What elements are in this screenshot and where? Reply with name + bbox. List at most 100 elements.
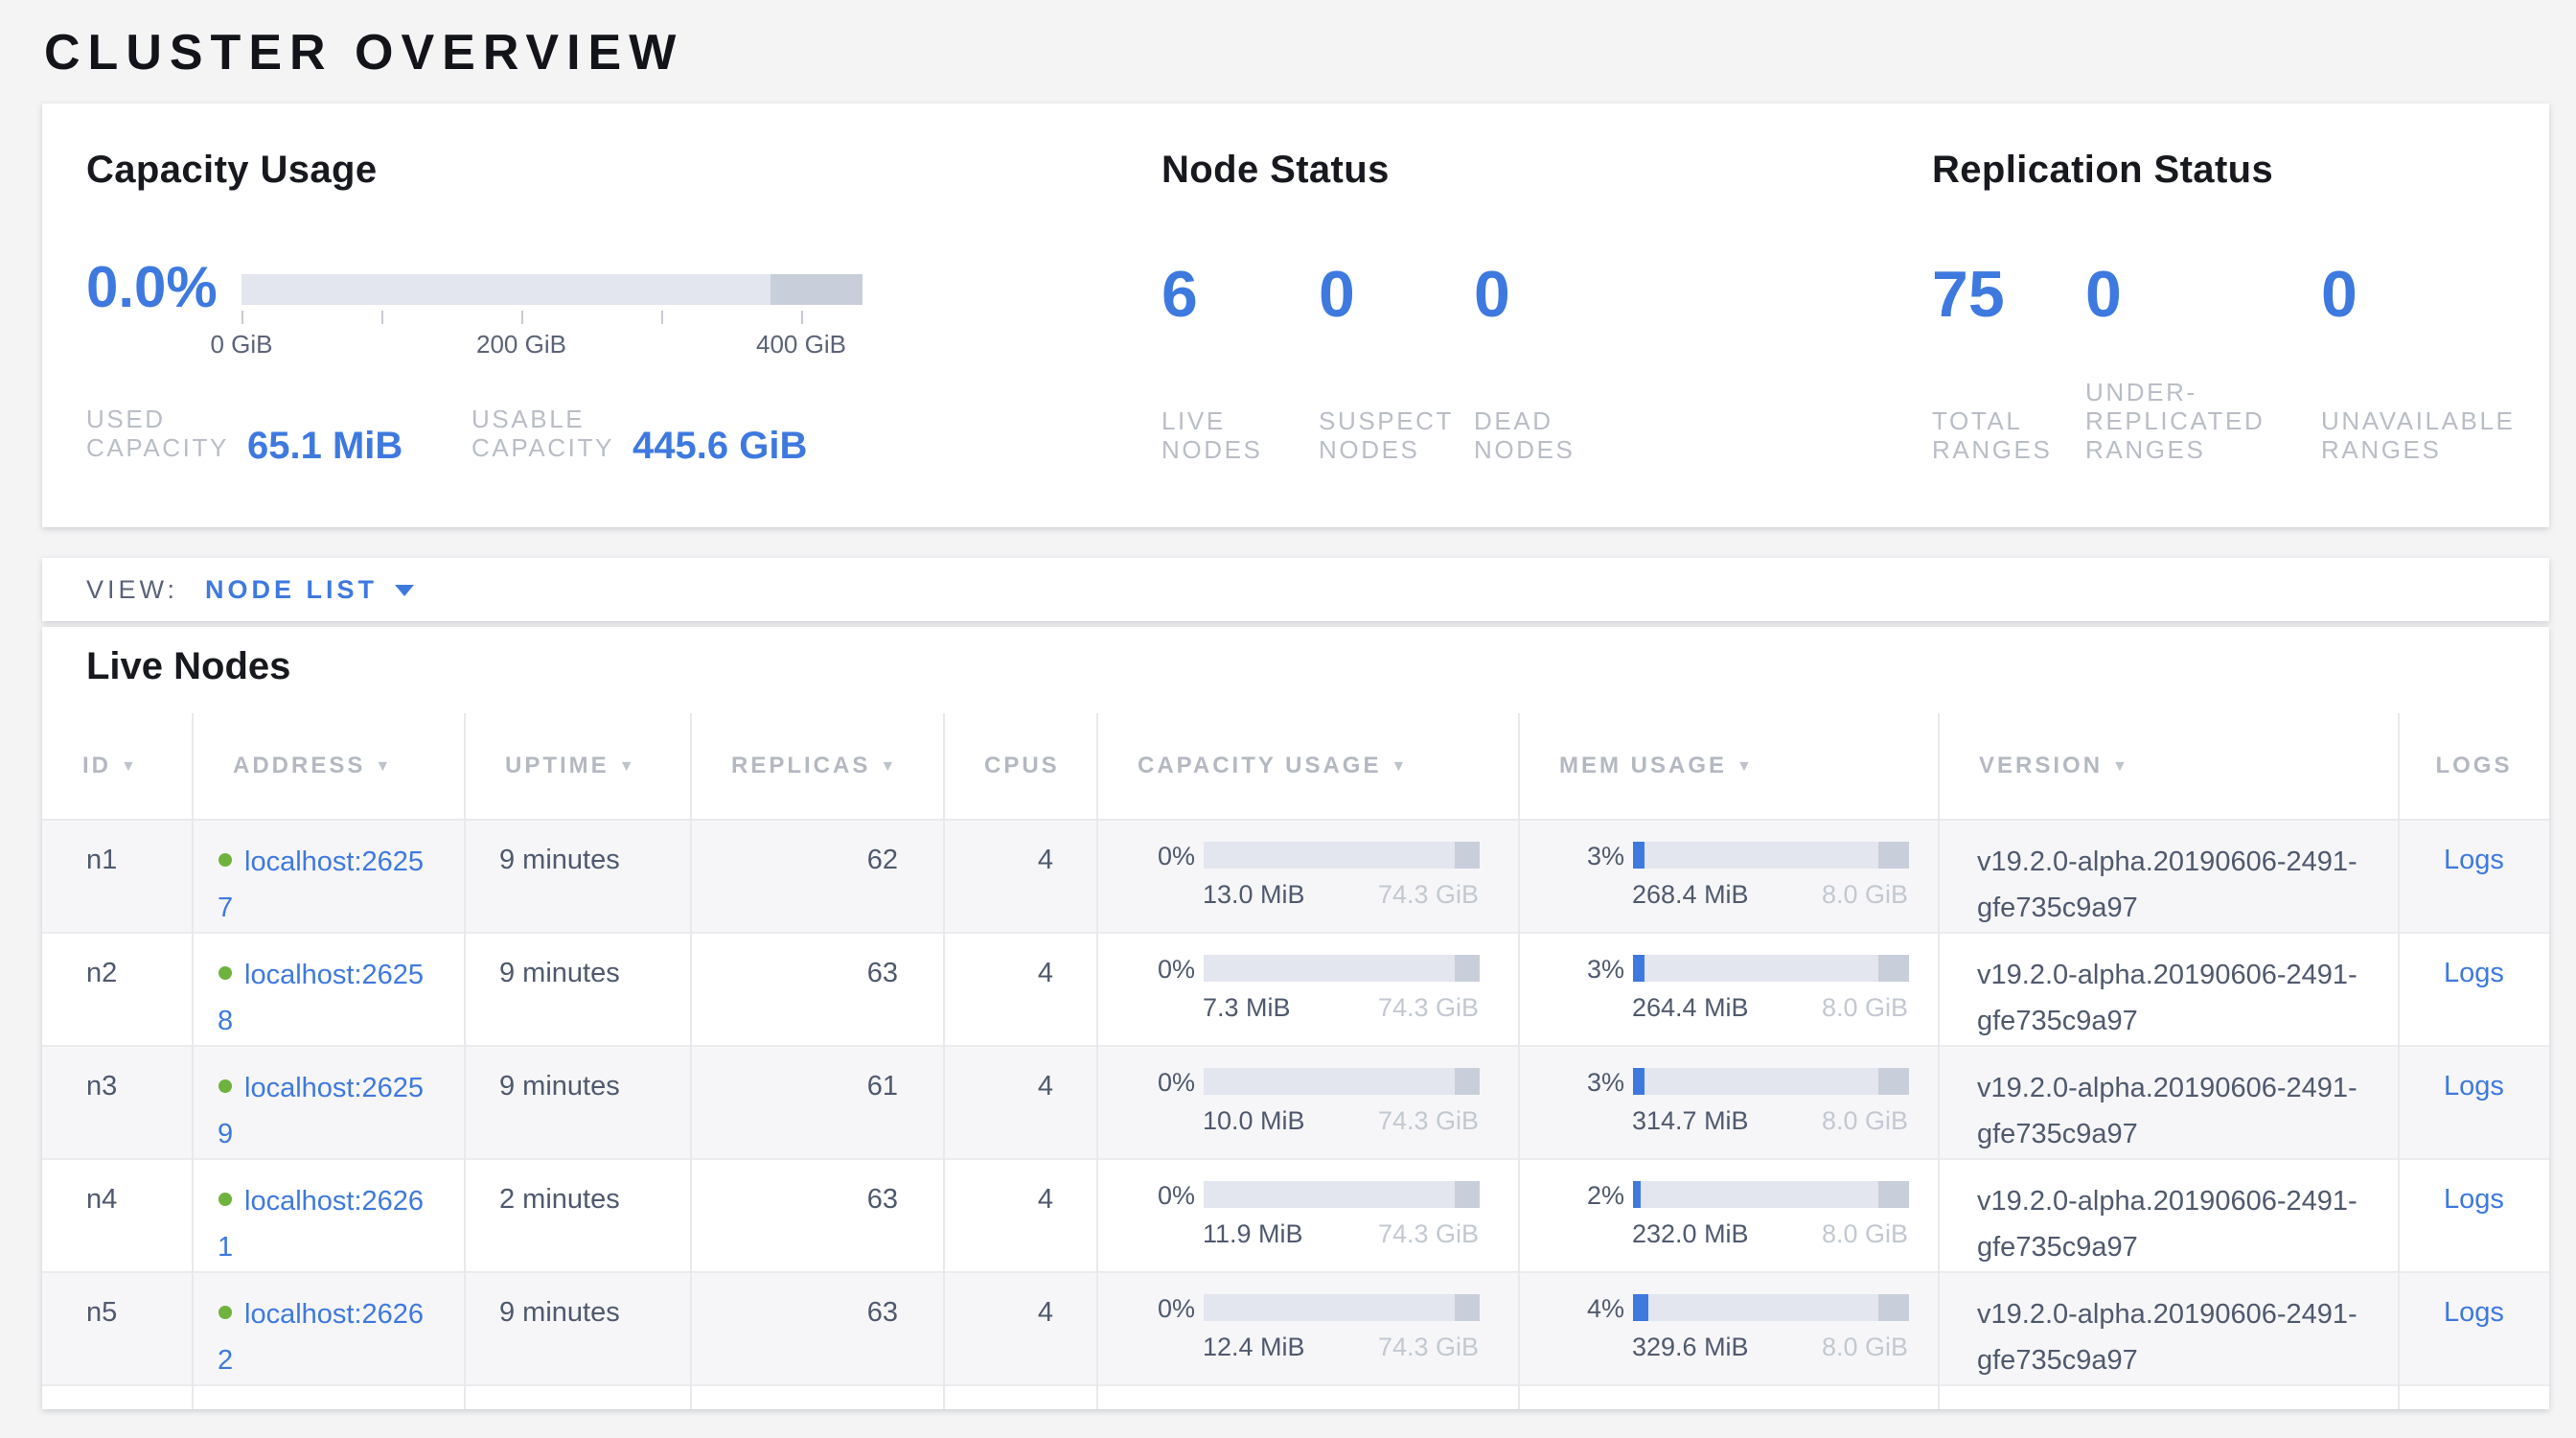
node-id-cell: n2 <box>42 932 192 1045</box>
node-uptime-cell: 9 minutes <box>464 932 690 1045</box>
sort-arrow-icon: ▼ <box>375 758 393 776</box>
node-live-status-dot <box>218 1078 231 1092</box>
live-nodes-title: Live Nodes <box>86 646 290 690</box>
node-live-status-dot <box>218 1305 231 1318</box>
node-id-cell: n4 <box>42 1158 192 1271</box>
logs-link[interactable]: Logs <box>2444 1071 2504 1102</box>
node-address-cell: localhost:26258 <box>192 932 464 1045</box>
column-header-uptime[interactable]: UPTIME▼ <box>464 713 690 819</box>
unavailable-ranges-count: 0 <box>2321 261 2528 330</box>
view-bar: VIEW: NODE LIST <box>42 558 2549 621</box>
column-header-capacity-usage[interactable]: CAPACITY USAGE▼ <box>1096 713 1518 819</box>
suspect-nodes-stat: 0 SUSPECT NODES <box>1319 261 1474 464</box>
node-address-cell: localhost:26262 <box>192 1271 464 1384</box>
live-nodes-count: 6 <box>1162 261 1319 330</box>
usable-capacity-value: 445.6 GiB <box>632 426 807 470</box>
view-label: VIEW: <box>86 575 178 604</box>
node-status-title: Node Status <box>1162 150 1390 194</box>
node-cpus-cell: 4 <box>943 819 1096 932</box>
axis-label-400: 400 GiB <box>756 330 846 359</box>
axis-label-0: 0 GiB <box>210 330 272 359</box>
node-mem-usage-cell: 3% 268.4 MiB8.0 GiB <box>1518 819 1938 932</box>
axis-label-200: 200 GiB <box>476 330 566 359</box>
table-row: n2 localhost:26258 9 minutes 63 4 0% 7.3… <box>42 932 2549 1045</box>
node-replicas-cell: 63 <box>690 1158 943 1271</box>
column-header-logs: LOGS <box>2398 713 2549 819</box>
page-title: CLUSTER OVERVIEW <box>44 23 683 82</box>
view-selected-value: NODE LIST <box>205 575 378 604</box>
total-ranges-stat: 75 TOTAL RANGES <box>1932 261 2085 464</box>
sort-arrow-icon: ▼ <box>619 758 637 776</box>
node-address-cell: localhost:26261 <box>192 1158 464 1271</box>
axis-tick <box>242 311 243 324</box>
node-address-link[interactable]: localhost:26257 <box>218 847 424 923</box>
table-row: n4 localhost:26261 2 minutes 63 4 0% 11.… <box>42 1158 2549 1271</box>
mem-usage-bar <box>1632 955 1908 982</box>
chevron-down-icon <box>395 585 414 596</box>
logs-link[interactable]: Logs <box>2444 958 2504 988</box>
node-address-link[interactable]: localhost:26262 <box>218 1299 424 1376</box>
column-header-mem-usage[interactable]: MEM USAGE▼ <box>1518 713 1938 819</box>
node-live-status-dot <box>218 965 231 979</box>
capacity-usage-bar <box>1203 1294 1479 1321</box>
node-address-link[interactable]: localhost:26259 <box>218 1073 424 1149</box>
partial-table-row <box>42 1384 2549 1409</box>
node-uptime-cell: 9 minutes <box>464 819 690 932</box>
column-header-id[interactable]: ID▼ <box>42 713 192 819</box>
unavailable-ranges-label: UNAVAILABLE RANGES <box>2321 406 2528 464</box>
node-capacity-usage-cell: 0% 12.4 MiB74.3 GiB <box>1096 1271 1518 1384</box>
node-address-cell: localhost:26259 <box>192 1045 464 1158</box>
dead-nodes-count: 0 <box>1474 261 1656 330</box>
axis-tick <box>521 311 523 324</box>
node-replicas-cell: 62 <box>690 819 943 932</box>
mem-usage-bar <box>1632 1294 1908 1321</box>
capacity-usage-bar <box>1203 955 1479 982</box>
logs-link[interactable]: Logs <box>2444 845 2504 875</box>
mem-usage-bar <box>1632 842 1908 869</box>
suspect-nodes-label: SUSPECT NODES <box>1319 406 1460 464</box>
node-logs-cell: Logs <box>2398 932 2549 1045</box>
node-live-status-dot <box>218 1192 231 1205</box>
logs-link[interactable]: Logs <box>2444 1184 2504 1215</box>
node-version-cell: v19.2.0-alpha.20190606-2491-gfe735c9a97 <box>1938 1271 2398 1384</box>
sort-arrow-icon: ▼ <box>1736 758 1755 776</box>
node-mem-usage-cell: 3% 314.7 MiB8.0 GiB <box>1518 1045 1938 1158</box>
node-mem-usage-cell: 2% 232.0 MiB8.0 GiB <box>1518 1158 1938 1271</box>
dead-nodes-label: DEAD NODES <box>1474 406 1585 464</box>
node-id-cell: n5 <box>42 1271 192 1384</box>
usable-capacity-label: USABLE CAPACITY <box>472 405 632 462</box>
node-live-status-dot <box>218 852 231 866</box>
column-header-address[interactable]: ADDRESS▼ <box>192 713 464 819</box>
unavailable-ranges-stat: 0 UNAVAILABLE RANGES <box>2321 261 2528 464</box>
replication-status-stats: 75 TOTAL RANGES 0 UNDER-REPLICATED RANGE… <box>1932 261 2528 464</box>
node-address-link[interactable]: localhost:26258 <box>218 960 424 1036</box>
cluster-summary-card: Capacity Usage 0.0% 0 GiB 200 GiB 400 Gi… <box>42 104 2549 527</box>
axis-tick <box>381 311 383 324</box>
node-capacity-usage-cell: 0% 13.0 MiB74.3 GiB <box>1096 819 1518 932</box>
node-address-link[interactable]: localhost:26261 <box>218 1186 424 1263</box>
node-capacity-usage-cell: 0% 7.3 MiB74.3 GiB <box>1096 932 1518 1045</box>
mem-usage-bar <box>1632 1068 1908 1095</box>
node-version-cell: v19.2.0-alpha.20190606-2491-gfe735c9a97 <box>1938 932 2398 1045</box>
mem-usage-bar <box>1632 1181 1908 1208</box>
capacity-usage-bar <box>1203 1181 1479 1208</box>
capacity-usage-title: Capacity Usage <box>86 150 378 194</box>
total-ranges-label: TOTAL RANGES <box>1932 406 2055 464</box>
node-cpus-cell: 4 <box>943 932 1096 1045</box>
node-address-cell: localhost:26257 <box>192 819 464 932</box>
node-capacity-usage-cell: 0% 11.9 MiB74.3 GiB <box>1096 1158 1518 1271</box>
sort-arrow-icon: ▼ <box>2112 758 2130 776</box>
live-nodes-stat: 6 LIVE NODES <box>1162 261 1319 464</box>
node-replicas-cell: 61 <box>690 1045 943 1158</box>
column-header-version[interactable]: VERSION▼ <box>1938 713 2398 819</box>
node-version-cell: v19.2.0-alpha.20190606-2491-gfe735c9a97 <box>1938 1158 2398 1271</box>
table-row: n1 localhost:26257 9 minutes 62 4 0% 13.… <box>42 819 2549 932</box>
view-selector-dropdown[interactable]: NODE LIST <box>205 575 414 604</box>
column-header-replicas[interactable]: REPLICAS▼ <box>690 713 943 819</box>
used-capacity-value: 65.1 MiB <box>247 426 402 470</box>
under-replicated-ranges-label: UNDER-REPLICATED RANGES <box>2085 378 2277 464</box>
table-row: n5 localhost:26262 9 minutes 63 4 0% 12.… <box>42 1271 2549 1384</box>
node-replicas-cell: 63 <box>690 1271 943 1384</box>
logs-link[interactable]: Logs <box>2444 1297 2504 1328</box>
dead-nodes-stat: 0 DEAD NODES <box>1474 261 1656 464</box>
